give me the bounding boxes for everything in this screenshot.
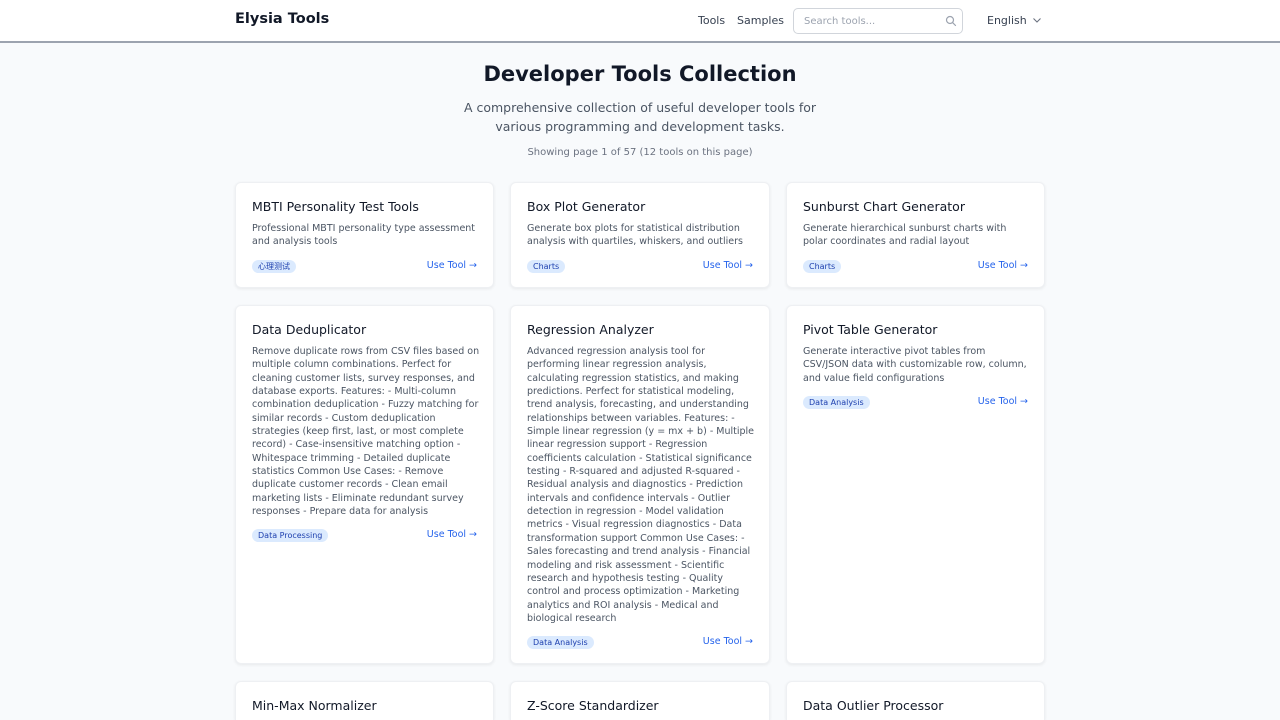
nav-tools-link[interactable]: Tools <box>698 14 725 27</box>
tool-card-description: Generate box plots for statistical distr… <box>527 223 743 248</box>
tool-card[interactable]: Regression Analyzer Advanced regression … <box>510 305 770 664</box>
pagination-info: Showing page 1 of 57 (12 tools on this p… <box>527 147 753 158</box>
tool-card-title: Data Outlier Processor <box>803 698 944 713</box>
use-tool-link[interactable]: Use Tool → <box>978 396 1028 407</box>
use-tool-link[interactable]: Use Tool → <box>427 260 477 271</box>
site-header: Elysia Tools Tools Samples English <box>0 0 1280 43</box>
nav-samples-link[interactable]: Samples <box>737 14 784 27</box>
tool-category-tag: Data Analysis <box>527 636 594 649</box>
chevron-down-icon <box>1032 18 1041 23</box>
tool-category-tag: Data Analysis <box>803 396 870 409</box>
page-subtitle: A comprehensive collection of useful dev… <box>463 100 817 134</box>
use-tool-link[interactable]: Use Tool → <box>978 260 1028 271</box>
tool-card-title: Pivot Table Generator <box>803 322 938 337</box>
search-icon[interactable] <box>945 15 957 27</box>
site-logo[interactable]: Elysia Tools <box>235 11 329 27</box>
tool-card-description: Generate hierarchical sunburst charts wi… <box>803 223 1007 248</box>
tool-card-description: Advanced regression analysis tool for pe… <box>527 346 754 624</box>
tool-card-title: Z-Score Standardizer <box>527 698 659 713</box>
search-input[interactable] <box>804 14 939 29</box>
tool-card-title: Box Plot Generator <box>527 199 646 214</box>
tool-card-title: Regression Analyzer <box>527 322 654 337</box>
tool-category-tag: Charts <box>527 260 566 273</box>
tool-card-description: Remove duplicate rows from CSV files bas… <box>252 346 480 518</box>
tool-card[interactable]: Data Deduplicator Remove duplicate rows … <box>235 305 494 664</box>
tool-card-description: Professional MBTI personality type asses… <box>252 223 476 248</box>
tool-card-title: MBTI Personality Test Tools <box>252 199 419 214</box>
tool-card[interactable]: Min-Max Normalizer <box>235 681 494 720</box>
use-tool-link[interactable]: Use Tool → <box>703 260 753 271</box>
use-tool-link[interactable]: Use Tool → <box>427 529 477 540</box>
tool-card[interactable]: Box Plot Generator Generate box plots fo… <box>510 182 770 288</box>
tool-card[interactable]: Sunburst Chart Generator Generate hierar… <box>786 182 1045 288</box>
tool-card-title: Data Deduplicator <box>252 322 367 337</box>
tool-category-tag: Charts <box>803 260 842 273</box>
use-tool-link[interactable]: Use Tool → <box>703 636 753 647</box>
tool-card-title: Sunburst Chart Generator <box>803 199 965 214</box>
search-box <box>793 8 963 34</box>
tool-category-tag: 心理测试 <box>252 260 296 273</box>
tool-card[interactable]: MBTI Personality Test Tools Professional… <box>235 182 494 288</box>
tool-card[interactable]: Pivot Table Generator Generate interacti… <box>786 305 1045 664</box>
tool-card[interactable]: Data Outlier Processor <box>786 681 1045 720</box>
tool-card[interactable]: Z-Score Standardizer <box>510 681 770 720</box>
page-title: Developer Tools Collection <box>483 62 797 86</box>
tool-card-title: Min-Max Normalizer <box>252 698 377 713</box>
tool-card-description: Generate interactive pivot tables from C… <box>803 346 1027 384</box>
tool-category-tag: Data Processing <box>252 529 329 542</box>
language-label: English <box>987 14 1027 27</box>
language-selector[interactable]: English <box>987 14 1041 27</box>
